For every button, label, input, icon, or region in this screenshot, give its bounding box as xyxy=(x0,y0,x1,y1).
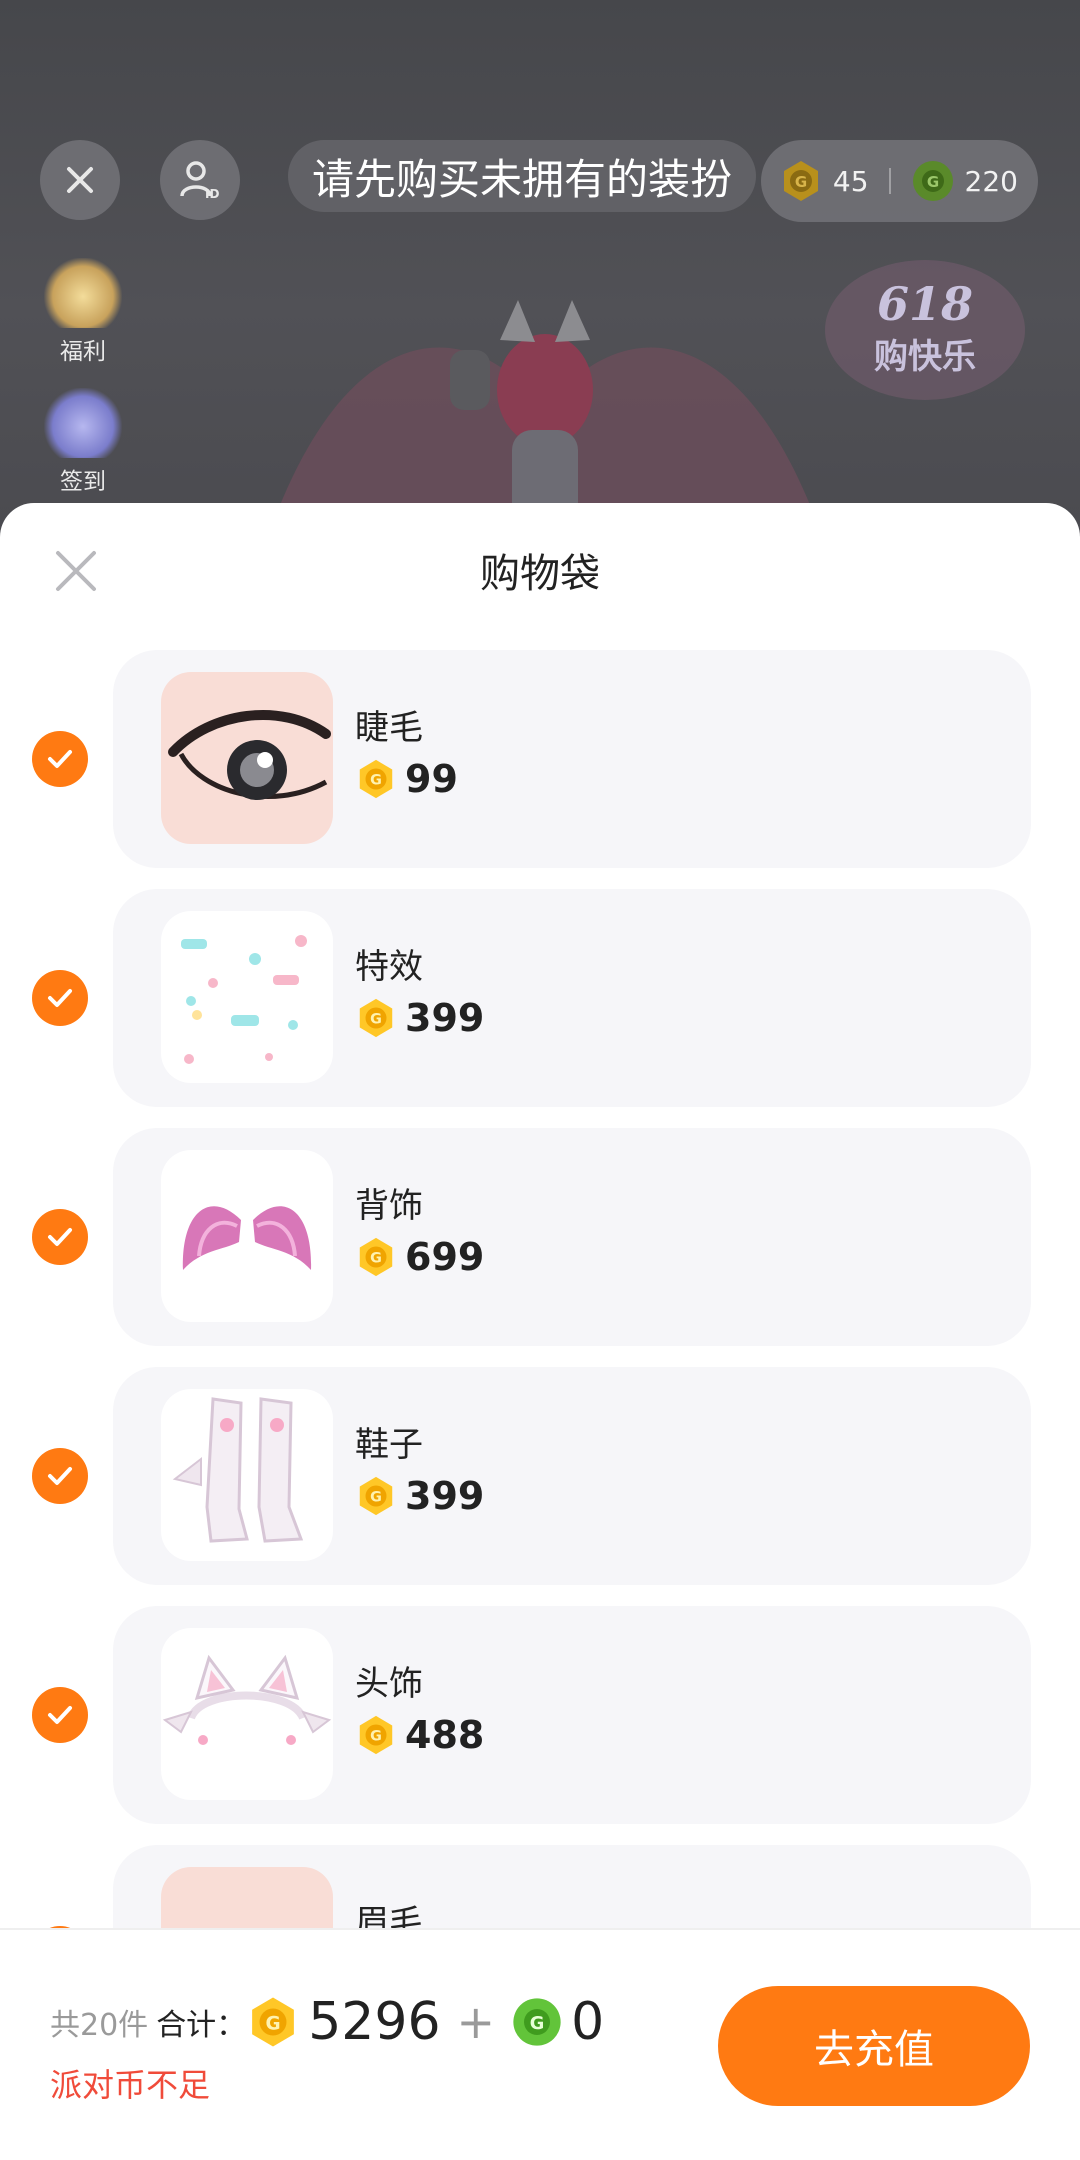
svg-text:G: G xyxy=(370,1251,382,1267)
item-checkbox[interactable] xyxy=(32,1687,88,1743)
total-label: 合计： xyxy=(156,2008,247,2043)
cart-item: 头饰 G 488 xyxy=(0,1606,1080,1824)
svg-text:618: 618 xyxy=(877,277,973,331)
svg-text:购快乐: 购快乐 xyxy=(874,337,976,377)
recharge-button[interactable]: 去充值 xyxy=(718,1986,1030,2106)
plus-sign: + xyxy=(456,1995,496,2049)
cat-ears-thumbnail xyxy=(161,1628,333,1800)
svg-text:G: G xyxy=(795,173,807,191)
effect-thumbnail xyxy=(161,911,333,1083)
gift-bow-icon xyxy=(44,258,122,328)
game-background: ID 福利 签到 618 购快乐 G 45 G 220 请先购买未拥有的装扮 xyxy=(0,0,1080,560)
gold-coin-icon: G xyxy=(355,997,397,1039)
svg-text:G: G xyxy=(370,1490,382,1506)
svg-text:G: G xyxy=(530,2014,545,2034)
checkmark-icon xyxy=(48,750,72,768)
cart-item: 鞋子 G 399 xyxy=(0,1367,1080,1585)
item-price: G 399 xyxy=(355,996,484,1040)
wings-thumbnail xyxy=(161,1150,333,1322)
checkmark-icon xyxy=(48,1706,72,1724)
item-price: G 99 xyxy=(355,757,458,801)
price-value: 399 xyxy=(405,996,485,1040)
price-value: 488 xyxy=(405,1713,485,1757)
svg-text:G: G xyxy=(926,173,938,191)
close-game-button[interactable] xyxy=(40,140,120,220)
checkmark-icon xyxy=(48,989,72,1007)
item-checkbox[interactable] xyxy=(32,1448,88,1504)
checkin-label: 签到 xyxy=(60,469,106,495)
item-name: 睫毛 xyxy=(355,708,423,748)
gold-coin-icon: G xyxy=(355,1475,397,1517)
price-value: 699 xyxy=(405,1235,485,1279)
item-name: 头饰 xyxy=(355,1664,423,1704)
green-balance: 220 xyxy=(964,164,1018,198)
toast-message: 请先购买未拥有的装扮 xyxy=(288,140,757,212)
item-card[interactable]: 鞋子 G 399 xyxy=(113,1367,1031,1585)
user-id-icon: ID xyxy=(180,161,219,201)
gold-coin-icon: G xyxy=(355,1714,397,1756)
sheet-title: 购物袋 xyxy=(480,551,600,597)
item-name: 鞋子 xyxy=(355,1425,423,1465)
welfare-label: 福利 xyxy=(60,339,106,365)
item-price: G 399 xyxy=(355,1474,484,1518)
checkin-entry[interactable]: 签到 xyxy=(38,388,128,496)
gold-total: 5296 xyxy=(308,1992,441,2052)
svg-text:G: G xyxy=(266,2013,281,2034)
cart-item: 特效 G 399 xyxy=(0,889,1080,1107)
svg-text:ID: ID xyxy=(205,187,219,201)
gift-box-icon xyxy=(44,388,122,458)
cart-item-list: 睫毛 G 99 特效 G 399 背饰 G 699 鞋子 G 399 头饰 G … xyxy=(0,650,1080,2084)
user-id-button[interactable]: ID xyxy=(160,140,240,220)
item-name: 特效 xyxy=(355,947,423,987)
item-card[interactable]: 特效 G 399 xyxy=(113,889,1031,1107)
item-checkbox[interactable] xyxy=(32,1209,88,1265)
svg-text:G: G xyxy=(370,1012,382,1028)
wallet-balance[interactable]: G 45 G 220 xyxy=(760,140,1038,222)
item-card[interactable]: 头饰 G 488 xyxy=(113,1606,1031,1824)
green-coin-icon: G xyxy=(911,159,955,203)
boots-thumbnail xyxy=(161,1389,333,1561)
price-value: 399 xyxy=(405,1474,485,1518)
welfare-entry[interactable]: 福利 xyxy=(38,258,128,366)
gold-coin-icon: G xyxy=(246,1995,300,2049)
item-price: G 488 xyxy=(355,1713,484,1757)
svg-text:G: G xyxy=(370,1729,382,1745)
green-total: 0 xyxy=(571,1992,605,2052)
checkout-bar: 共20件 合计： G 5296 + G 0 派对币不足 去充值 xyxy=(0,1928,1080,2160)
shopping-bag-sheet: 购物袋 睫毛 G 99 特效 G 399 背饰 G 699 鞋子 G 399 头… xyxy=(0,503,1080,2160)
checkmark-icon xyxy=(48,1467,72,1485)
item-name: 背饰 xyxy=(355,1186,423,1226)
insufficient-balance-warning: 派对币不足 xyxy=(50,2066,211,2104)
gold-coin-icon: G xyxy=(355,758,397,800)
price-value: 99 xyxy=(405,757,458,801)
divider xyxy=(888,168,891,194)
item-count: 共20件 xyxy=(50,2008,149,2043)
item-card[interactable]: 背饰 G 699 xyxy=(113,1128,1031,1346)
item-card[interactable]: 睫毛 G 99 xyxy=(113,650,1031,868)
event-618-badge[interactable]: 618 购快乐 xyxy=(820,250,1030,410)
svg-text:G: G xyxy=(370,773,382,789)
cart-item: 睫毛 G 99 xyxy=(0,650,1080,868)
cart-item: 背饰 G 699 xyxy=(0,1128,1080,1346)
close-icon xyxy=(67,167,93,193)
item-price: G 699 xyxy=(355,1235,484,1279)
gold-coin-icon: G xyxy=(355,1236,397,1278)
eyelash-thumbnail xyxy=(161,672,333,844)
item-checkbox[interactable] xyxy=(32,970,88,1026)
order-summary: 共20件 合计： G 5296 + G 0 xyxy=(50,1992,604,2052)
checkmark-icon xyxy=(48,1228,72,1246)
item-checkbox[interactable] xyxy=(32,731,88,787)
green-coin-icon: G xyxy=(511,1996,563,2048)
gold-balance: 45 xyxy=(832,164,869,198)
gold-coin-icon: G xyxy=(779,159,823,203)
